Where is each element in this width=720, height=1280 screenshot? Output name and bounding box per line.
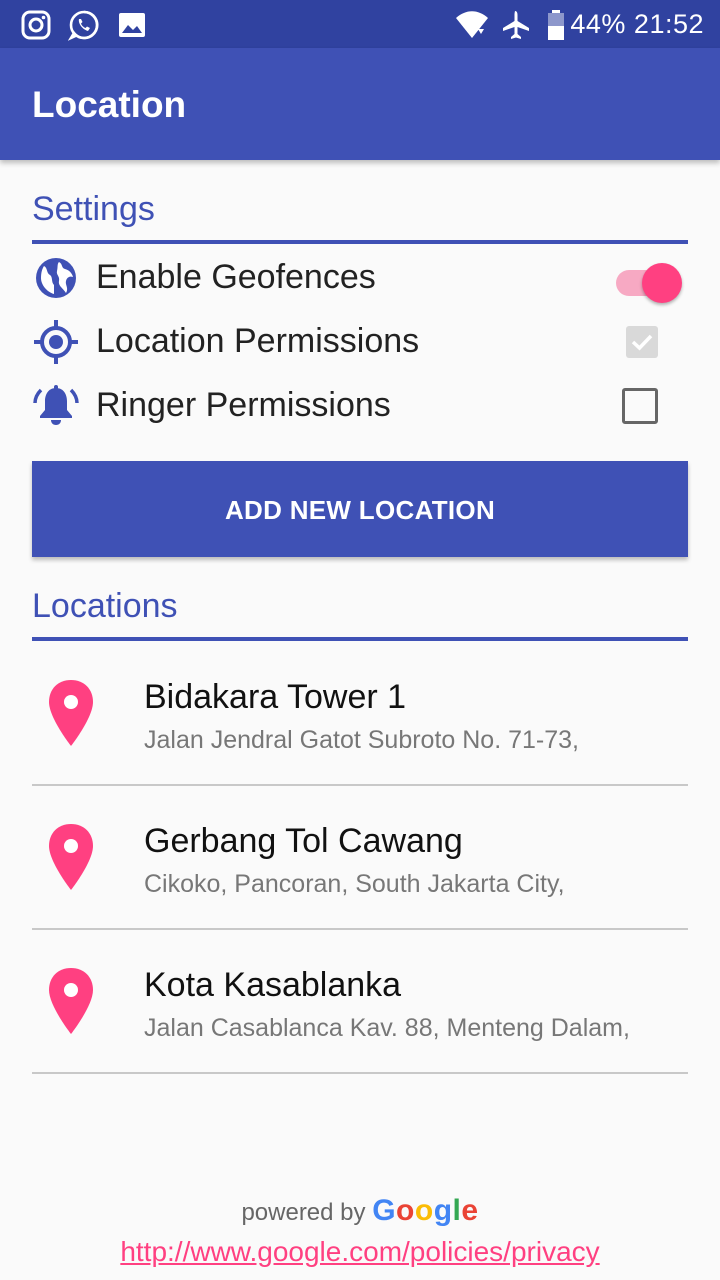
geofences-switch[interactable] — [616, 258, 682, 303]
setting-label: Enable Geofences — [96, 258, 376, 296]
target-icon — [34, 320, 78, 364]
location-address: Cikoko, Pancoran, South Jakarta City, — [144, 870, 565, 898]
location-name: Gerbang Tol Cawang — [144, 822, 463, 860]
locations-divider — [32, 637, 688, 641]
location-address: Jalan Jendral Gatot Subroto No. 71-73, — [144, 726, 579, 754]
powered-by-text: powered by — [241, 1199, 366, 1226]
ringer-permissions-checkbox[interactable] — [622, 388, 658, 424]
setting-ringer-permissions[interactable]: Ringer Permissions — [32, 376, 688, 436]
airplane-icon — [503, 11, 529, 39]
privacy-policy-link[interactable]: http://www.google.com/policies/privacy — [0, 1236, 720, 1268]
setting-label: Location Permissions — [96, 322, 420, 360]
location-list-item[interactable]: Kota Kasablanka Jalan Casablanca Kav. 88… — [32, 930, 688, 1074]
location-pin-icon — [49, 824, 93, 890]
page-title: Location — [32, 84, 187, 125]
status-bar: 44% 21:52 — [0, 0, 720, 48]
location-name: Kota Kasablanka — [144, 966, 402, 1004]
google-logo: Google — [372, 1194, 479, 1227]
setting-enable-geofences[interactable]: Enable Geofences — [32, 248, 688, 308]
list-divider — [32, 1072, 688, 1074]
check-icon — [631, 334, 653, 351]
location-pin-icon — [49, 680, 93, 746]
app-toolbar: Location — [0, 48, 720, 160]
clock: 21:52 — [633, 9, 704, 39]
bell-icon — [33, 385, 79, 425]
location-list-item[interactable]: Gerbang Tol Cawang Cikoko, Pancoran, Sou… — [32, 786, 688, 930]
battery-icon — [548, 10, 564, 40]
globe-icon — [36, 258, 76, 298]
location-name: Bidakara Tower 1 — [144, 678, 407, 716]
location-pin-icon — [49, 968, 93, 1034]
switch-thumb — [642, 263, 682, 303]
gallery-icon — [119, 13, 145, 37]
battery-percent: 44% — [570, 9, 626, 39]
location-list-item[interactable]: Bidakara Tower 1 Jalan Jendral Gatot Sub… — [32, 642, 688, 786]
location-address: Jalan Casablanca Kav. 88, Menteng Dalam, — [144, 1014, 630, 1042]
settings-heading: Settings — [32, 190, 155, 228]
location-permissions-checkbox[interactable] — [626, 326, 658, 358]
locations-heading: Locations — [32, 587, 178, 625]
setting-label: Ringer Permissions — [96, 386, 391, 424]
status-time: 44% 21:52 — [570, 9, 704, 40]
wifi-icon — [456, 11, 488, 38]
setting-location-permissions[interactable]: Location Permissions — [32, 312, 688, 372]
instagram-icon — [21, 10, 51, 40]
powered-by-google: powered by Google — [0, 1194, 720, 1228]
settings-divider — [32, 240, 688, 244]
whatsapp-icon — [68, 10, 99, 41]
add-new-location-button[interactable]: ADD NEW LOCATION — [32, 461, 688, 557]
